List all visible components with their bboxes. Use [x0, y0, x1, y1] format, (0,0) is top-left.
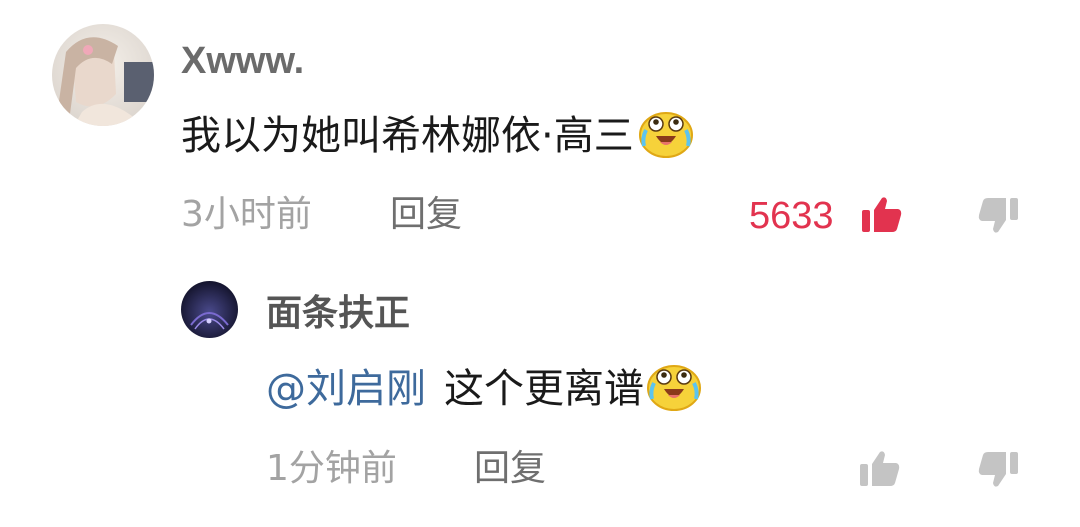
- comment-like-count: 5633: [749, 195, 834, 237]
- thumbs-up-icon[interactable]: [858, 448, 902, 492]
- crying-laughing-emoji: [638, 108, 694, 165]
- comment-text: 我以为她叫希林娜依·高三: [181, 111, 694, 161]
- reply-text-body: 这个更离谱: [444, 366, 644, 412]
- crying-laughing-emoji: [646, 361, 702, 418]
- reply-mention-link[interactable]: @刘启刚: [266, 369, 426, 409]
- reply-text: @刘启刚 这个更离谱: [266, 364, 702, 414]
- avatar[interactable]: [52, 24, 154, 126]
- reply-avatar[interactable]: [181, 281, 238, 338]
- reply-username[interactable]: 面条扶正: [266, 295, 410, 331]
- thumbs-up-icon[interactable]: [860, 194, 904, 238]
- thumbs-down-icon[interactable]: [976, 196, 1020, 240]
- reply-time: 1分钟前: [266, 448, 397, 489]
- comment-time: 3小时前: [181, 194, 312, 235]
- comment-username[interactable]: Xwww.: [181, 42, 304, 80]
- comment-reply-button[interactable]: 回复: [390, 197, 462, 233]
- reply-reply-button[interactable]: 回复: [474, 451, 546, 487]
- comment-text-body: 我以为她叫希林娜依·高三: [181, 113, 634, 159]
- thumbs-down-icon[interactable]: [976, 450, 1020, 494]
